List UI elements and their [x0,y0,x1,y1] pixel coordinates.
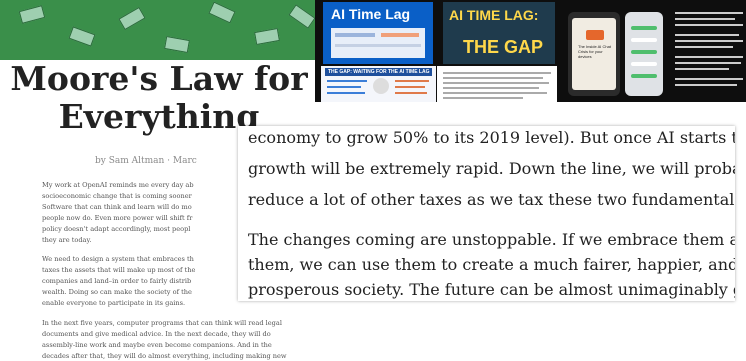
excerpt-line: growth will be extremely rapid. Down the… [248,159,735,178]
excerpt-line: reduce a lot of other taxes as we tax th… [248,190,735,209]
dollar-bill-icon [118,6,146,31]
article-paragraph: In the next five years, computer program… [42,319,287,360]
timeline-graphic [331,28,425,58]
card-title: AI Time Lag [331,6,411,22]
dollar-bill-icon [288,4,316,29]
ai-time-lag-gap-card: AI TIME LAG: THE GAP [443,2,555,64]
app-icon [586,30,604,40]
card-title: AI TIME LAG: [449,7,539,23]
article-snippet [437,66,557,102]
byline: by Sam Altman · Marc [95,156,197,166]
card-subtitle: THE GAP [463,37,544,57]
infographic-title: THE GAP: WAITING FOR THE AI TIME LAG [325,68,433,76]
title-line-1: Moore's Law for [10,59,308,98]
article-title: Moore's Law for Everything [0,60,318,136]
phone-mockup: The Inside AI Chat Crisis for your devic… [568,12,620,96]
gap-infographic: THE GAP: WAITING FOR THE AI TIME LAG [321,66,436,102]
dollar-bill-icon [254,28,280,45]
dollar-bill-icon [208,1,236,24]
scale-icon [373,78,389,94]
excerpt-line: The changes coming are unstoppable. If w… [248,230,735,249]
excerpt-line: prosperous society. The future can be al… [248,280,735,299]
dollar-bill-icon [164,36,190,53]
chat-phone-mockup [625,12,663,96]
dollar-bill-icon [18,5,46,24]
excerpt-line: economy to grow 50% to its 2019 level). … [248,128,735,147]
dollar-bill-icon [68,26,96,47]
excerpt-line: them, we can use them to create a much f… [248,255,735,274]
article-excerpt: economy to grow 50% to its 2019 level). … [238,126,735,301]
banner-image [0,0,318,60]
thumbnail-collage: AI Time Lag AI TIME LAG: THE GAP THE GAP… [315,0,746,102]
ai-time-lag-card: AI Time Lag [323,2,433,64]
phone-text: The Inside AI Chat Crisis for your devic… [578,44,611,59]
